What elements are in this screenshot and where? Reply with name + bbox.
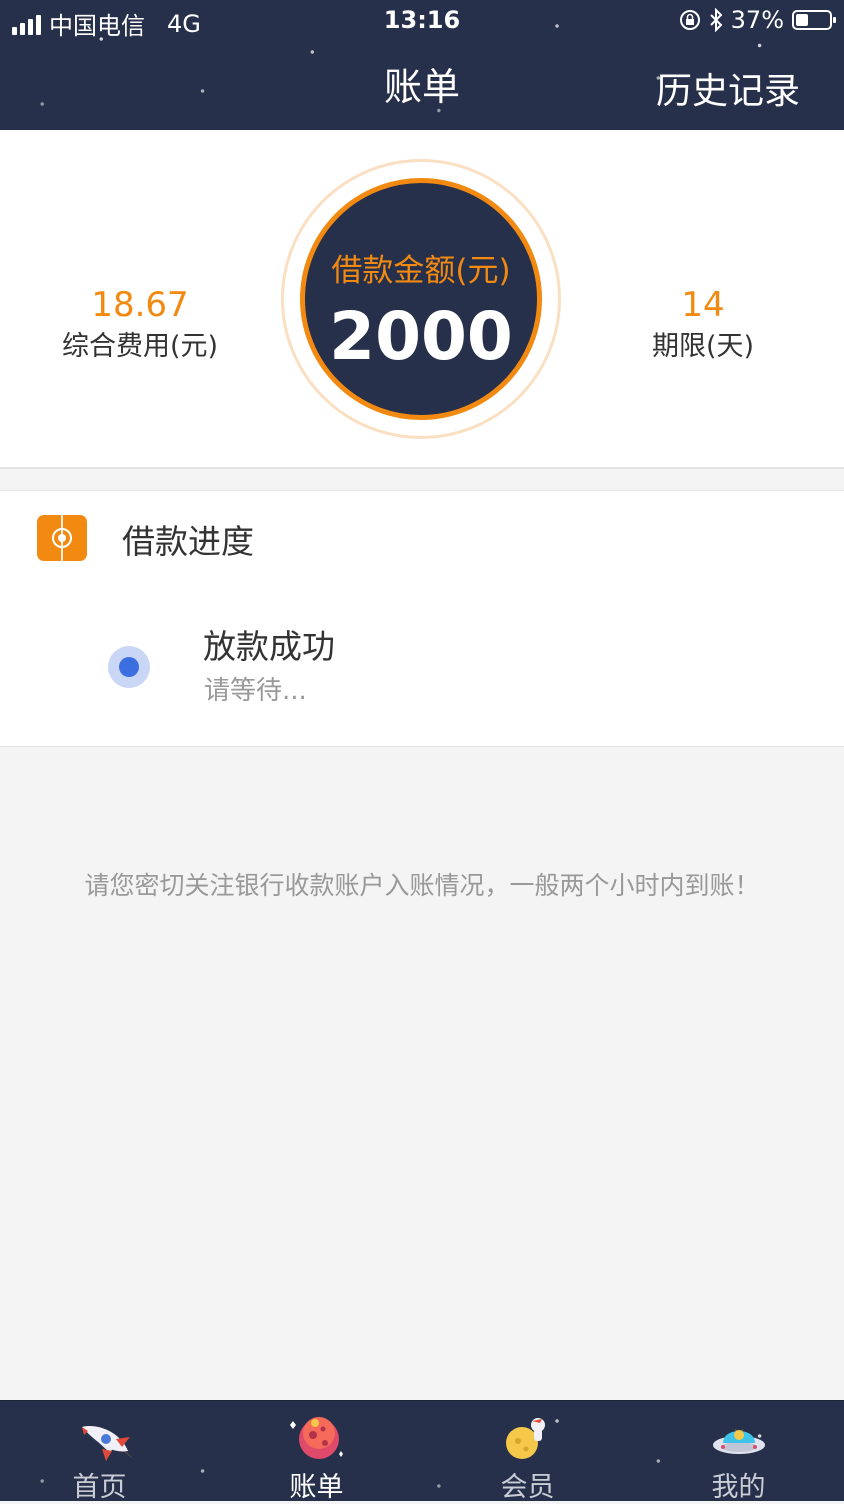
amount-label: 借款金额(元) [331,253,511,289]
rocket-icon [81,1426,134,1461]
bluetooth-icon [709,8,723,32]
term-stat: 14 期限(天) [583,285,823,365]
nav-label-home: 首页 [72,1472,127,1503]
nav-label-mine: 我的 [711,1472,766,1503]
loan-summary: 18.67 综合费用(元) 借款金额(元) 2000 14 期限(天) [0,130,844,469]
progress-title: 借款进度 [122,522,254,561]
nav-label-bill: 账单 [289,1472,344,1503]
bottom-nav: 首页 账单 会员 我的 [0,1400,844,1503]
moon-astronaut-icon [505,1418,545,1459]
fee-stat: 18.67 综合费用(元) [20,285,260,365]
step-subtitle: 请等待... [204,676,307,706]
nav-item-home[interactable]: 首页 [0,1401,211,1503]
nav-item-mine[interactable]: 我的 [633,1401,844,1503]
history-button[interactable]: 历史记录 [656,62,800,114]
nav-item-bill[interactable]: 账单 [211,1401,422,1503]
notice-text: 请您密切关注银行收款账户入账情况，一般两个小时内到账！ [84,871,760,900]
fee-value: 18.67 [91,285,189,325]
status-bar: 中国电信 4G 13:16 37% [0,0,844,42]
term-value: 14 [681,285,725,325]
amount-circle: 借款金额(元) 2000 [300,178,542,420]
battery-icon [792,10,836,30]
fee-label: 综合费用(元) [61,331,219,362]
amount-value: 2000 [329,298,513,375]
term-label: 期限(天) [651,331,755,362]
nav-label-member: 会员 [500,1472,555,1503]
rotation-lock-icon [679,10,700,30]
ufo-icon [712,1429,765,1454]
planet-icon [289,1417,343,1459]
step-title: 放款成功 [203,627,335,666]
battery-percent: 37% [730,6,784,34]
progress-header: 借款进度 [0,490,844,585]
progress-icon [37,515,87,561]
step-status-dot [108,646,150,688]
progress-step: 放款成功 请等待... [0,584,844,747]
header: 中国电信 4G 13:16 37% 账单 历史记录 [0,0,844,130]
nav-item-member[interactable]: 会员 [422,1401,633,1503]
